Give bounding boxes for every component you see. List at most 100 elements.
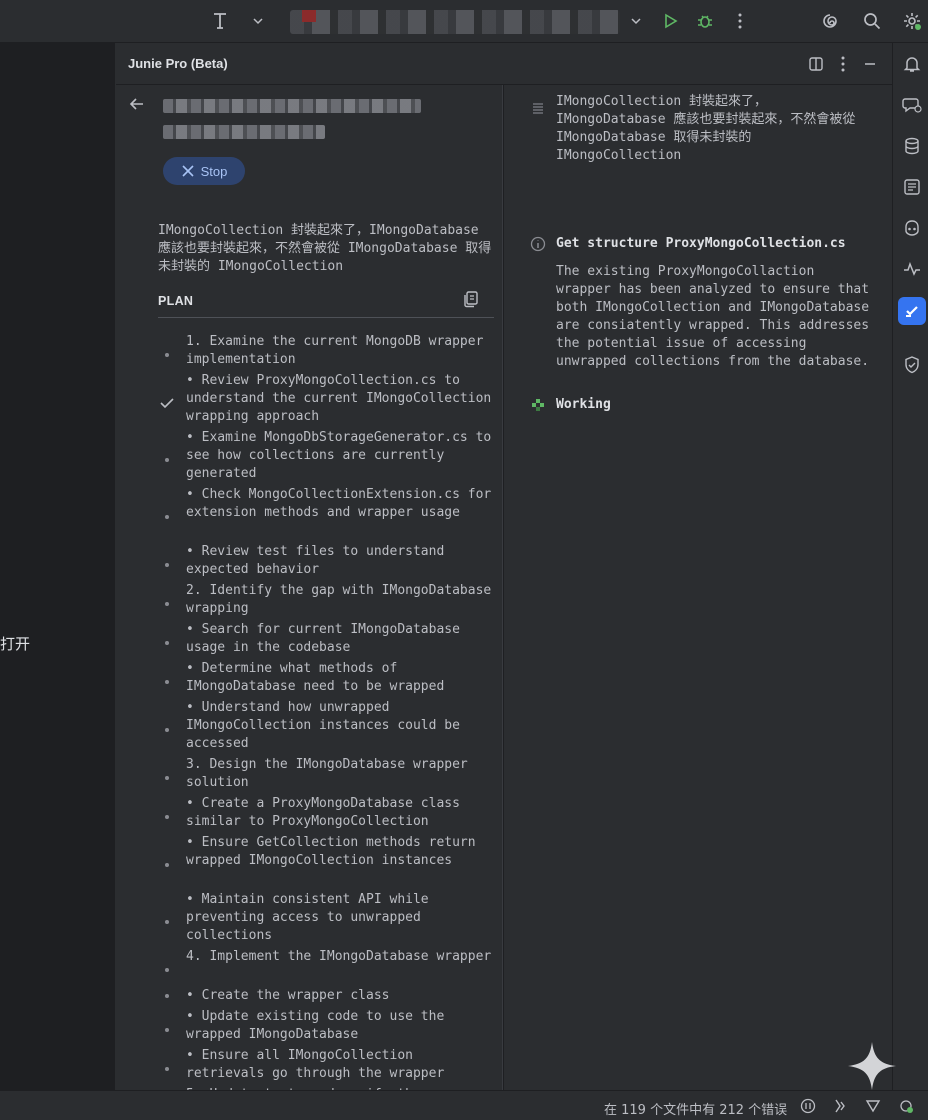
bullet-dot-icon <box>160 675 174 689</box>
shield-icon[interactable] <box>901 354 923 376</box>
editor-area: 打开 <box>0 43 116 1090</box>
plan-item-text: • Create a ProxyMongoDatabase class simi… <box>186 796 468 829</box>
stop-label: Stop <box>200 163 228 179</box>
bullet-dot-icon <box>160 858 174 872</box>
plan-item: • Understand how unwrapped IMongoCollect… <box>116 699 503 753</box>
bullet-dot-icon <box>160 558 174 572</box>
plan-item: • Maintain consistent API while preventi… <box>116 891 503 945</box>
plan-item: • Review test files to understand expect… <box>116 543 503 579</box>
vcs-filter-icon[interactable] <box>864 1097 882 1115</box>
swirl-icon[interactable] <box>818 9 842 33</box>
plugin-status-icon[interactable] <box>897 1097 915 1115</box>
open-label: 打开 <box>0 635 31 653</box>
plan-item-text: • Understand how unwrapped IMongoCollect… <box>186 700 468 751</box>
plan-item: • Determine what methods of IMongoDataba… <box>116 660 503 696</box>
step-body: The existing ProxyMongoCollaction wrappe… <box>556 264 870 369</box>
plan-heading: PLAN <box>158 294 194 308</box>
bullet-dot-icon <box>160 771 174 785</box>
pulse-icon[interactable] <box>901 258 923 280</box>
plan-item: 3. Design the IMongoDatabase wrapper sol… <box>116 756 503 792</box>
close-icon <box>182 165 194 177</box>
bullet-dot-icon <box>160 453 174 467</box>
task-title-redacted <box>163 99 421 113</box>
plan-item: • Check MongoCollectionExtension.cs for … <box>116 486 503 540</box>
plan-item-text: • Check MongoCollectionExtension.cs for … <box>186 487 500 520</box>
tool-window-strip <box>892 43 928 1090</box>
sparkle-icon <box>848 1042 896 1090</box>
stop-button[interactable]: Stop <box>163 157 245 185</box>
plan-item: • Create a ProxyMongoDatabase class simi… <box>116 795 503 831</box>
working-spinner-icon <box>530 397 546 413</box>
activity-column: IMongoCollection 封裝起來了，IMongoDatabase 應該… <box>504 85 892 1090</box>
copy-icon[interactable] <box>462 290 482 310</box>
plan-item-text: • Review ProxyMongoCollection.cs to unde… <box>186 373 500 424</box>
status-bar: 在 119 个文件中有 212 个错误 <box>0 1090 928 1120</box>
bullet-dot-icon <box>160 597 174 611</box>
plan-item-text: 3. Design the IMongoDatabase wrapper sol… <box>186 757 476 790</box>
task-description: IMongoCollection 封裝起來了，IMongoDatabase 應該… <box>158 223 492 274</box>
junie-icon[interactable] <box>898 297 926 325</box>
info-icon <box>530 236 546 252</box>
bullet-dot-icon <box>160 915 174 929</box>
plan-item-text: • Ensure GetCollection methods return wr… <box>186 835 484 868</box>
settings-icon[interactable] <box>900 9 924 33</box>
plan-item-text: • Determine what methods of IMongoDataba… <box>186 661 445 694</box>
more-vert-icon[interactable] <box>728 9 752 33</box>
junie-panel: Junie Pro (Beta) Stop IMongoCollection 封… <box>116 43 892 1102</box>
split-view-icon[interactable] <box>806 54 826 74</box>
panel-title: Junie Pro (Beta) <box>128 56 228 71</box>
text-cursor-icon[interactable] <box>208 9 232 33</box>
minimize-icon[interactable] <box>860 54 880 74</box>
plan-item: 2. Identify the gap with IMongoDatabase … <box>116 582 503 618</box>
plan-item-text: 4. Implement the IMongoDatabase wrapper <box>186 949 492 964</box>
task-column: Stop IMongoCollection 封裝起來了，IMongoDataba… <box>116 85 503 1102</box>
plan-item-text: • Ensure all IMongoCollection retrievals… <box>186 1048 445 1081</box>
run-icon[interactable] <box>658 9 682 33</box>
plan-item: • Update existing code to use the wrappe… <box>116 1008 503 1044</box>
plan-item-text: • Examine MongoDbStorageGenerator.cs to … <box>186 430 500 481</box>
panel-header: Junie Pro (Beta) <box>116 43 892 85</box>
bell-icon[interactable] <box>901 53 923 75</box>
plan-item: • Create the wrapper class <box>116 987 503 1005</box>
record-icon[interactable] <box>799 1097 817 1115</box>
task-title-redacted-2 <box>163 125 325 139</box>
project-selector[interactable] <box>290 10 620 34</box>
bullet-dot-icon <box>160 348 174 362</box>
plan-item-text: 1. Examine the current MongoDB wrapper i… <box>186 334 492 367</box>
plan-item-text: • Create the wrapper class <box>186 988 390 1003</box>
database-icon[interactable] <box>901 135 923 157</box>
more-vert-icon[interactable] <box>833 54 853 74</box>
plan-item: • Ensure all IMongoCollection retrievals… <box>116 1047 503 1083</box>
error-count-status[interactable]: 在 119 个文件中有 212 个错误 <box>604 1099 787 1118</box>
user-message: IMongoCollection 封裝起來了，IMongoDatabase 應該… <box>556 94 856 163</box>
working-label: Working <box>556 397 611 412</box>
chevron-down-icon[interactable] <box>246 9 270 33</box>
plan-divider <box>158 317 494 318</box>
bullet-dot-icon <box>160 636 174 650</box>
copilot-icon[interactable] <box>901 217 923 239</box>
plan-item: 4. Implement the IMongoDatabase wrapper <box>116 948 503 984</box>
config-chevron-icon[interactable] <box>624 9 648 33</box>
debug-icon[interactable] <box>693 9 717 33</box>
main-toolbar <box>0 0 928 43</box>
power-save-icon[interactable] <box>831 1097 849 1115</box>
plan-item-text: • Search for current IMongoDatabase usag… <box>186 622 468 655</box>
check-icon <box>160 396 174 410</box>
bullet-dot-icon <box>160 1062 174 1076</box>
plan-item: • Review ProxyMongoCollection.cs to unde… <box>116 372 503 426</box>
plan-item-text: 2. Identify the gap with IMongoDatabase … <box>186 583 500 616</box>
ai-chat-icon[interactable] <box>901 94 923 116</box>
project-icon <box>302 10 316 22</box>
back-arrow-icon[interactable] <box>128 95 148 115</box>
plan-item: • Examine MongoDbStorageGenerator.cs to … <box>116 429 503 483</box>
search-icon[interactable] <box>860 9 884 33</box>
bullet-dot-icon <box>160 1023 174 1037</box>
plan-item-text: • Review test files to understand expect… <box>186 544 453 577</box>
bullet-dot-icon <box>160 723 174 737</box>
bullet-dot-icon <box>160 989 174 1003</box>
bullet-dot-icon <box>160 510 174 524</box>
plan-item: • Ensure GetCollection methods return wr… <box>116 834 503 888</box>
plan-item: 1. Examine the current MongoDB wrapper i… <box>116 333 503 369</box>
plan-item-text: • Update existing code to use the wrappe… <box>186 1009 453 1042</box>
checklist-icon[interactable] <box>901 176 923 198</box>
